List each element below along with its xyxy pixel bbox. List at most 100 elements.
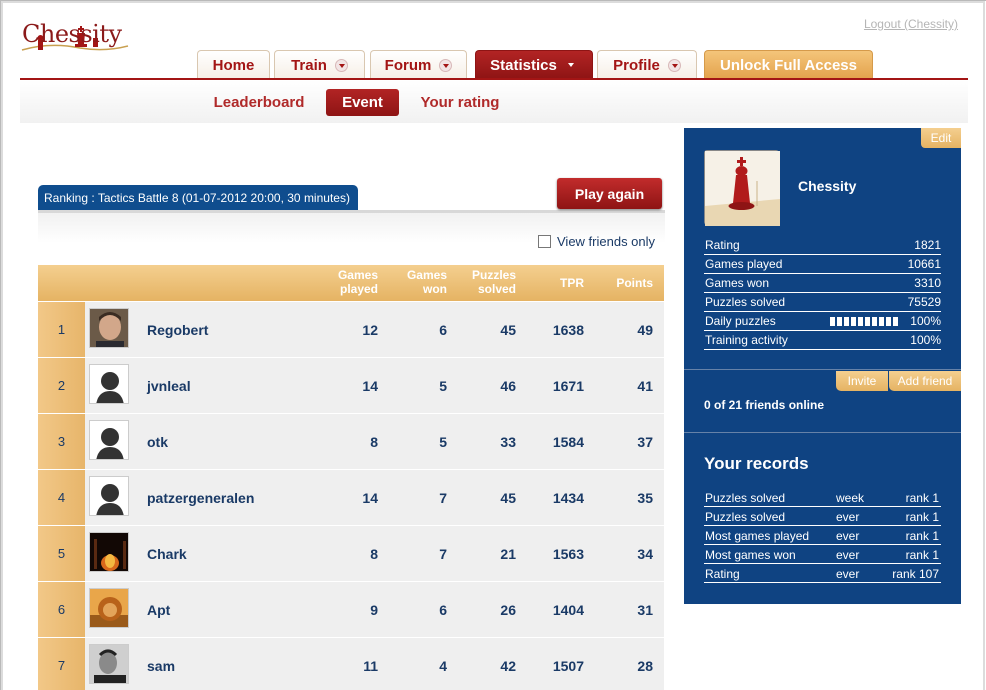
- tab-statistics[interactable]: Statistics: [475, 50, 593, 79]
- tab-train[interactable]: Train: [274, 50, 365, 79]
- cell-points: 34: [637, 546, 653, 562]
- sidebar-divider: [684, 432, 961, 433]
- table-row[interactable]: 5 Chark 8 7 21 1563 34: [38, 525, 664, 581]
- invite-button[interactable]: Invite: [836, 371, 888, 391]
- tab-unlock-full-access[interactable]: Unlock Full Access: [704, 50, 873, 79]
- col-tpr[interactable]: TPR: [560, 276, 584, 290]
- table-row[interactable]: 2 jvnleal 14 5 46 1671 41: [38, 357, 664, 413]
- record-rank: rank 1: [905, 529, 939, 543]
- tab-forum[interactable]: Forum: [370, 50, 467, 79]
- player-name-link[interactable]: patzergeneralen: [147, 490, 254, 506]
- record-period: ever: [836, 529, 860, 543]
- meter-segment: [844, 317, 849, 326]
- subtab-event[interactable]: Event: [326, 89, 399, 116]
- cell-played: 12: [362, 322, 378, 338]
- cell-played: 14: [362, 378, 378, 394]
- header-line: won: [423, 282, 447, 296]
- tab-label: Profile: [613, 56, 660, 74]
- friends-actions: Invite Add friend: [836, 371, 961, 391]
- table-row[interactable]: 3 otk 8 5 33 1584 37: [38, 413, 664, 469]
- stat-value: 1821: [914, 238, 941, 252]
- profile-avatar[interactable]: [704, 150, 780, 226]
- col-puzzles-solved[interactable]: Puzzles solved: [472, 268, 516, 296]
- cell-points: 41: [637, 378, 653, 394]
- friends-online-status[interactable]: 0 of 21 friends online: [704, 398, 824, 412]
- col-games-played[interactable]: Games played: [338, 268, 378, 296]
- cell-solved: 45: [500, 322, 516, 338]
- cell-played: 8: [370, 546, 378, 562]
- record-label: Rating: [705, 567, 740, 581]
- chevron-down-icon: [439, 58, 453, 72]
- meter-segment: [893, 317, 898, 326]
- player-name-link[interactable]: Chark: [147, 546, 187, 562]
- player-avatar[interactable]: [89, 308, 129, 348]
- cell-tpr: 1507: [552, 658, 584, 674]
- cell-points: 37: [637, 434, 653, 450]
- table-row[interactable]: 7 sam 11 4 42 1507 28: [38, 637, 664, 690]
- table-row[interactable]: 6 Apt 9 6 26 1404 31: [38, 581, 664, 637]
- subtab-your-rating[interactable]: Your rating: [414, 89, 506, 116]
- sub-nav: Leaderboard Event Your rating: [20, 80, 968, 123]
- cell-won: 5: [439, 434, 447, 450]
- cell-tpr: 1434: [552, 490, 584, 506]
- player-name-link[interactable]: sam: [147, 658, 175, 674]
- header-line: solved: [477, 282, 516, 296]
- record-row: Puzzles solved ever rank 1: [704, 507, 941, 526]
- cell-played: 14: [362, 490, 378, 506]
- records-title: Your records: [704, 454, 809, 473]
- player-avatar[interactable]: [89, 644, 129, 684]
- tab-home[interactable]: Home: [197, 50, 270, 79]
- rank-cell: 1: [38, 302, 85, 357]
- col-games-won[interactable]: Games won: [407, 268, 447, 296]
- player-avatar[interactable]: [89, 588, 129, 628]
- rank-cell: 4: [38, 470, 85, 525]
- player-avatar[interactable]: [89, 532, 129, 572]
- meter-segment: [858, 317, 863, 326]
- player-name-link[interactable]: jvnleal: [147, 378, 191, 394]
- player-name-link[interactable]: Apt: [147, 602, 170, 618]
- tab-label: Unlock Full Access: [720, 56, 857, 74]
- profile-name: Chessity: [798, 178, 857, 194]
- cell-points: 49: [637, 322, 653, 338]
- logout-link[interactable]: Logout (Chessity): [864, 17, 958, 31]
- cell-tpr: 1671: [552, 378, 584, 394]
- record-label: Puzzles solved: [705, 510, 786, 524]
- player-avatar[interactable]: [89, 364, 129, 404]
- stat-label: Games played: [705, 257, 783, 271]
- view-friends-checkbox[interactable]: [538, 234, 551, 248]
- record-period: ever: [836, 567, 860, 581]
- view-friends-toggle[interactable]: View friends only: [538, 233, 655, 249]
- edit-button[interactable]: Edit: [921, 128, 961, 148]
- stat-games-won: Games won 3310: [704, 274, 941, 293]
- player-name-link[interactable]: Regobert: [147, 322, 208, 338]
- record-row: Most games won ever rank 1: [704, 545, 941, 564]
- cell-tpr: 1563: [552, 546, 584, 562]
- cell-solved: 45: [500, 490, 516, 506]
- stat-training-activity: Training activity 100%: [704, 331, 941, 350]
- rank-cell: 6: [38, 582, 85, 637]
- chevron-down-icon: [334, 58, 348, 72]
- tab-profile[interactable]: Profile: [597, 50, 697, 79]
- profile-sidebar: Edit Chessity Rating 1821 Games played 1…: [684, 128, 961, 604]
- cell-solved: 33: [500, 434, 516, 450]
- cell-won: 7: [439, 490, 447, 506]
- rank-cell: 2: [38, 358, 85, 413]
- col-points[interactable]: Points: [616, 276, 653, 290]
- table-row[interactable]: 1 Regobert 12 6 45 1638 49: [38, 301, 664, 357]
- cell-won: 4: [439, 658, 447, 674]
- add-friend-button[interactable]: Add friend: [889, 371, 961, 391]
- cell-tpr: 1584: [552, 434, 584, 450]
- player-name-link[interactable]: otk: [147, 434, 168, 450]
- tab-label: Statistics: [490, 56, 557, 74]
- ranking-title: Ranking : Tactics Battle 8 (01-07-2012 2…: [38, 185, 358, 210]
- player-avatar[interactable]: [89, 420, 129, 460]
- meter-segment: [851, 317, 856, 326]
- subtab-leaderboard[interactable]: Leaderboard: [208, 89, 310, 116]
- record-row: Puzzles solved week rank 1: [704, 488, 941, 507]
- view-friends-label: View friends only: [557, 233, 656, 249]
- table-row[interactable]: 4 patzergeneralen 14 7 45 1434 35: [38, 469, 664, 525]
- record-rank: rank 107: [892, 567, 939, 581]
- meter-segment: [879, 317, 884, 326]
- player-avatar[interactable]: [89, 476, 129, 516]
- play-again-button[interactable]: Play again: [557, 178, 662, 209]
